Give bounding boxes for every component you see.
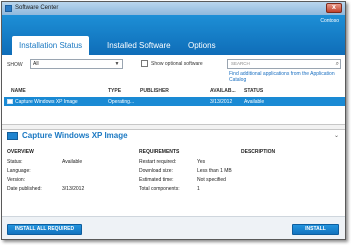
- row-type: Operating...: [108, 99, 135, 105]
- language-label: Language:: [7, 168, 31, 174]
- description-heading: DESCRIPTION: [241, 149, 276, 155]
- app-icon: [5, 5, 12, 12]
- search-input[interactable]: SEARCH ⌕: [227, 59, 341, 69]
- row-status: Available: [244, 99, 265, 105]
- show-filter-value: All: [33, 61, 39, 67]
- column-header-name[interactable]: NAME: [11, 88, 26, 94]
- install-button[interactable]: INSTALL: [292, 224, 339, 235]
- row-available: 3/13/2012: [210, 99, 233, 105]
- show-filter-select[interactable]: All ▼: [30, 59, 123, 69]
- tab-installed-software[interactable]: Installed Software: [100, 36, 178, 55]
- restart-required-label: Restart required:: [139, 159, 177, 165]
- organization-name: Contoso: [320, 18, 339, 24]
- chevron-down-icon[interactable]: ⌄: [334, 132, 339, 139]
- footer-bar: INSTALL ALL REQUIRED INSTALL: [2, 216, 345, 239]
- estimated-time-value: Not specified: [197, 177, 226, 183]
- date-published-label: Date published:: [7, 186, 42, 192]
- close-button[interactable]: x: [326, 3, 342, 13]
- column-header-status[interactable]: STATUS: [244, 88, 263, 94]
- detail-title: Capture Windows XP Image: [22, 131, 128, 140]
- requirements-heading: REQUIREMENTS: [139, 149, 180, 155]
- detail-header: Capture Windows XP Image ⌄: [2, 130, 345, 142]
- date-published-value: 3/13/2012: [62, 186, 85, 192]
- search-icon[interactable]: ⌕: [336, 60, 339, 68]
- download-size-value: Less than 1 MB: [197, 168, 232, 174]
- application-icon: [7, 132, 18, 140]
- restart-required-value: Yes: [197, 159, 206, 165]
- chevron-down-icon: ▼: [114, 61, 120, 67]
- show-label: SHOW: [7, 62, 23, 68]
- show-optional-label: Show optional software: [151, 61, 203, 67]
- estimated-time-label: Estimated time:: [139, 177, 174, 183]
- overview-heading: OVERVIEW: [7, 149, 34, 155]
- column-header-available[interactable]: AVAILAB...: [210, 88, 236, 94]
- software-center-window: Software Center x Contoso Installation S…: [1, 1, 346, 240]
- filter-bar: SHOW All ▼ Show optional software SEARCH…: [2, 58, 345, 84]
- search-placeholder: SEARCH: [231, 61, 250, 66]
- header-banner: Contoso Installation Status Installed So…: [2, 15, 345, 55]
- total-components-label: Total components:: [139, 186, 180, 192]
- show-optional-checkbox[interactable]: [141, 60, 148, 67]
- version-label: Version:: [7, 177, 26, 183]
- application-icon: [7, 99, 13, 104]
- tab-installation-status[interactable]: Installation Status: [12, 36, 90, 55]
- title-bar: Software Center x: [2, 2, 345, 15]
- window-title: Software Center: [15, 5, 59, 11]
- download-size-label: Download size:: [139, 168, 173, 174]
- row-name: Capture Windows XP Image: [15, 99, 78, 105]
- status-label: Status:: [7, 159, 23, 165]
- table-row[interactable]: Capture Windows XP Image Operating... 3/…: [4, 97, 345, 106]
- install-all-required-button[interactable]: INSTALL ALL REQUIRED: [7, 224, 82, 235]
- total-components-value: 1: [197, 186, 200, 192]
- application-catalog-link[interactable]: Find additional applications from the Ap…: [229, 71, 345, 83]
- column-header-type[interactable]: TYPE: [108, 88, 121, 94]
- status-value: Available: [62, 159, 83, 165]
- column-header-publisher[interactable]: PUBLISHER: [140, 88, 169, 94]
- tab-options[interactable]: Options: [181, 36, 223, 55]
